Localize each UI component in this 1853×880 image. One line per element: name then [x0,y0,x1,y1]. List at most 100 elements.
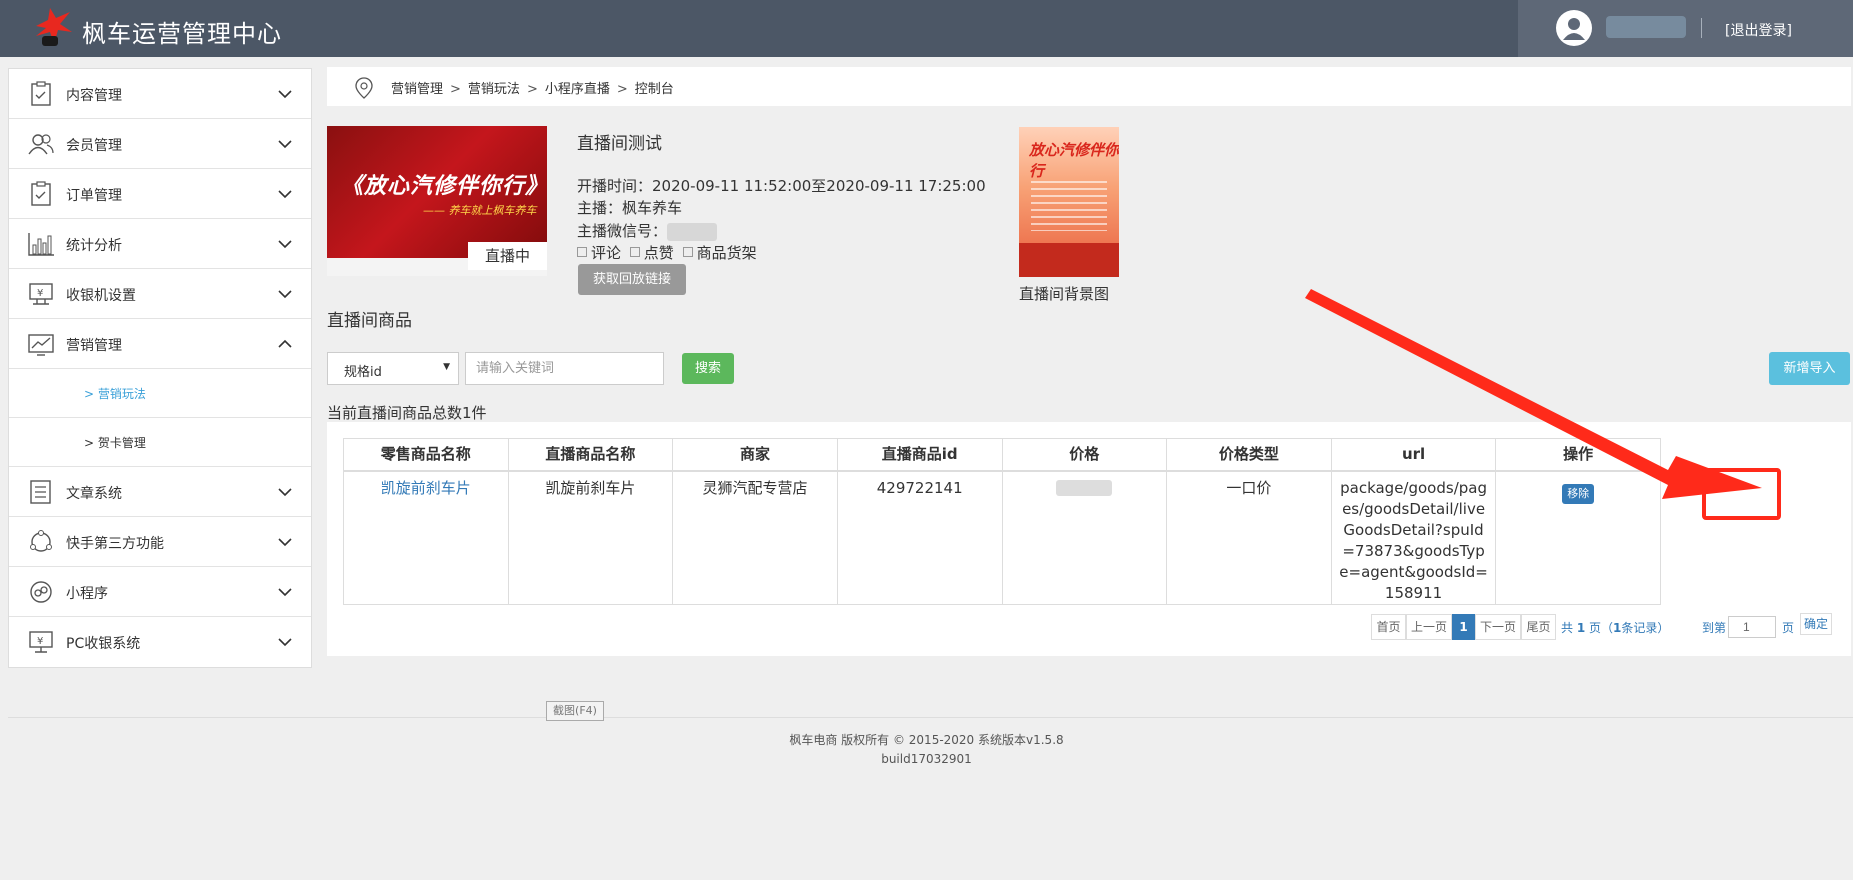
goto-page-input[interactable] [1728,616,1776,638]
cell-live-name: 凯旋前刹车片 [507,470,674,605]
sidebar-item-label: 收银机设置 [66,288,136,304]
goods-table: 零售商品名称 直播商品名称 商家 直播商品id 价格 价格类型 url 操作 凯… [343,438,1661,605]
live-room-title: 直播间测试 [577,134,662,154]
sidebar-item-content[interactable]: 内容管理 [9,69,311,119]
pc-cashier-icon: ¥ [29,631,53,653]
sidebar-item-label: 文章系统 [66,486,122,502]
price-redacted [1056,479,1113,496]
cell-merchant: 灵狮汽配专营店 [672,470,838,605]
live-host: 主播：枫车养车 [577,199,683,217]
cell-url: package/goods/pages/goodsDetail/liveGood… [1330,470,1497,605]
app-title: 枫车运营管理中心 [82,20,282,48]
screenshot-tip: 截图(F4) [546,701,604,721]
sidebar-item-articles[interactable]: 文章系统 [9,467,311,517]
bg-image-headline: 放心汽修伴你行 [1029,141,1119,180]
remove-button[interactable]: 移除 [1562,483,1595,504]
sidebar-item-orders[interactable]: 订单管理 [9,169,311,219]
breadcrumb-item-miniprogram-live[interactable]: 小程序直播 [545,82,610,97]
search-button[interactable]: 搜索 [682,353,734,384]
background-image-label: 直播间背景图 [1019,285,1110,303]
footer-divider [8,717,1853,718]
column-header: 价格类型 [1166,438,1332,472]
sidebar-item-label: 统计分析 [66,238,122,254]
column-header: 操作 [1495,438,1661,472]
cover-subline: —— 养车就上枫车养车 [423,204,537,217]
page-prev-button[interactable]: 上一页 [1406,614,1452,640]
table-row: 凯旋前刹车片 凯旋前刹车片 灵狮汽配专营店 429722141 一口价 pack… [343,470,1661,605]
cash-register-icon: ¥ [29,283,53,305]
caret-down-icon: ▼ [443,362,450,372]
cell-retail-name[interactable]: 凯旋前刹车片 [343,470,509,605]
cycle-icon [30,530,52,552]
filter-select[interactable]: 规格id ▼ [327,352,459,385]
header-divider [1701,18,1702,38]
cover-headline: 《放心汽修伴你行》 [341,174,547,199]
page-last-button[interactable]: 尾页 [1521,614,1556,640]
chevron-down-icon [278,638,292,647]
sidebar-item-pc-cashier[interactable]: ¥ PC收银系统 [9,617,311,667]
option-goods-shelf-label: 商品货架 [696,244,757,262]
users-icon [28,134,54,155]
sidebar-subitem-marketing-play[interactable]: > 营销玩法 [9,369,311,418]
breadcrumb: 营销管理 > 营销玩法 > 小程序直播 > 控制台 [327,67,1851,106]
live-time: 开播时间：2020-09-11 11:52:00至2020-09-11 17:2… [577,177,986,195]
user-name-redacted [1606,16,1686,38]
brand-logo-icon [36,8,72,46]
bg-image-text-lines [1031,181,1107,231]
location-pin-icon [355,77,373,99]
page-next-button[interactable]: 下一页 [1475,614,1521,640]
page-unit: 页 [1782,621,1795,635]
option-likes-label: 点赞 [643,244,674,262]
order-clipboard-icon [31,181,51,206]
svg-text:¥: ¥ [37,288,43,299]
column-header: 商家 [672,438,838,472]
chevron-down-icon [278,290,292,299]
chevron-down-icon [278,488,292,497]
logout-link[interactable]: [退出登录] [1725,20,1792,40]
column-header: 零售商品名称 [343,438,509,472]
sidebar-item-cash-register[interactable]: ¥ 收银机设置 [9,269,311,319]
column-header: 直播商品id [836,438,1003,472]
sidebar-item-members[interactable]: 会员管理 [9,119,311,169]
sidebar-menu: 内容管理 会员管理 订单管理 统计分析 ¥ 收银机设置 营销管理 > 营销玩法 … [8,68,312,668]
summary-suffix: 条记录） [1621,621,1670,635]
add-import-button[interactable]: 新增导入 [1769,352,1850,385]
svg-text:¥: ¥ [37,636,43,647]
checkbox-likes[interactable] [629,247,640,257]
bg-image-footer [1019,243,1119,277]
bar-chart-icon [28,233,54,256]
build-version: build17032901 [881,752,972,766]
clipboard-icon [31,81,51,106]
breadcrumb-separator: > [616,82,628,97]
summary-mid: 页（ [1589,621,1614,635]
sidebar-item-marketing[interactable]: 营销管理 [9,319,311,369]
breadcrumb-item-marketing-play[interactable]: 营销玩法 [468,82,520,97]
page-current[interactable]: 1 [1452,614,1475,640]
table-header-row: 零售商品名称 直播商品名称 商家 直播商品id 价格 价格类型 url 操作 [343,438,1661,472]
sidebar-subitem-greeting-cards[interactable]: > 贺卡管理 [9,418,311,467]
page-first-button[interactable]: 首页 [1371,614,1406,640]
checkbox-comments[interactable] [577,247,587,257]
chevron-up-icon [278,339,292,348]
live-options: 评论 点赞 商品货架 [577,242,757,263]
breadcrumb-item-marketing[interactable]: 营销管理 [391,82,443,97]
cell-price [1001,470,1168,605]
sidebar-item-statistics[interactable]: 统计分析 [9,219,311,269]
chevron-down-icon [278,90,292,99]
sidebar-item-kuaishou[interactable]: 快手第三方功能 [9,517,311,567]
sidebar-item-label: PC收银系统 [66,636,141,652]
live-background-image: 放心汽修伴你行 [1019,127,1119,277]
get-replay-link-button[interactable]: 获取回放链接 [578,264,686,295]
keyword-search-input[interactable] [465,352,664,385]
host-wechat-label: 主播微信号： [577,222,668,240]
sidebar-item-miniprogram[interactable]: 小程序 [9,567,311,617]
copyright-text: 枫车电商 版权所有 © 2015-2020 系统版本v1.5.8 [789,733,1064,747]
user-avatar-icon[interactable] [1556,10,1592,46]
chevron-down-icon [278,140,292,149]
checkbox-goods-shelf[interactable] [682,247,693,257]
sidebar-item-label: 会员管理 [66,138,122,154]
goto-confirm-button[interactable]: 确定 [1800,613,1832,635]
summary-prefix: 共 [1561,621,1574,635]
chevron-down-icon [278,240,292,249]
cell-price-type: 一口价 [1166,470,1332,605]
